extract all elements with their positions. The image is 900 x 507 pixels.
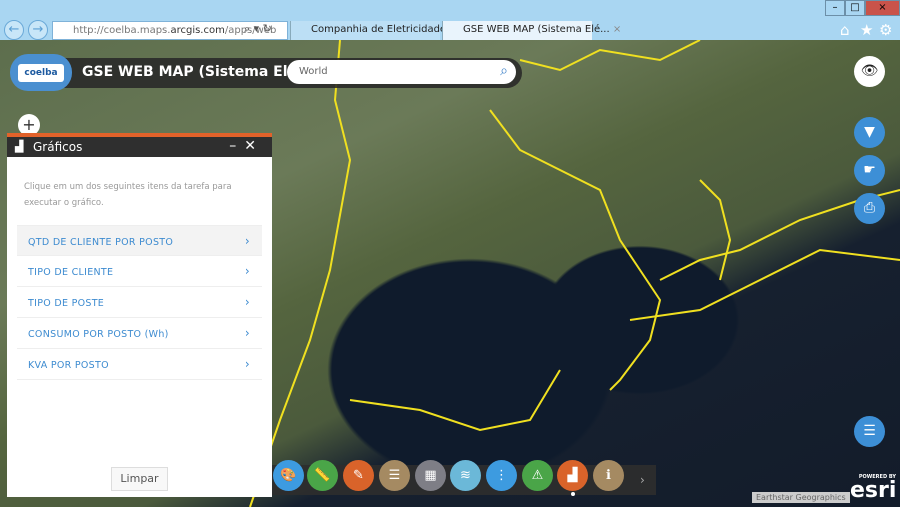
maximize-button[interactable]: □ <box>845 0 865 16</box>
legend-list-icon[interactable]: ☰ <box>379 460 410 491</box>
esri-text: esri <box>850 478 897 503</box>
query-icon[interactable]: ⚠ <box>522 460 553 491</box>
browser-chrome: ← → http://coelba.maps.arcgis.com/apps/w… <box>0 0 900 40</box>
close-tab-icon[interactable]: × <box>613 24 621 35</box>
measure-ruler-icon[interactable]: 📏 <box>307 460 338 491</box>
forward-button[interactable]: → <box>28 20 48 40</box>
task-label: QTD DE CLIENTE POR POSTO <box>28 237 174 248</box>
panel-header: ▟ Gráficos –✕ <box>7 137 272 157</box>
chevron-right-icon: › <box>244 357 250 371</box>
chart-icon: ▟ <box>15 140 24 153</box>
home-icon[interactable]: ⌂ <box>840 21 850 39</box>
star-icon[interactable]: ★ <box>860 21 873 39</box>
map-view[interactable]: coelba GSE WEB MAP (Sistema Elétrico) Wo… <box>0 40 900 507</box>
chevron-right-icon: › <box>244 234 250 248</box>
coelba-logo: coelba <box>10 54 72 91</box>
search-icon[interactable]: ⌕ <box>500 63 508 79</box>
task-item-tipo-poste[interactable]: TIPO DE POSTE › <box>17 287 262 318</box>
visibility-eye-button[interactable]: 👁 <box>854 56 885 87</box>
url-prefix: http://coelba.maps. <box>73 25 171 36</box>
chevron-right-icon: › <box>244 326 250 340</box>
panel-title: Gráficos <box>33 140 83 154</box>
layers-icon[interactable]: ≋ <box>450 460 481 491</box>
logo-text: coelba <box>18 63 64 82</box>
task-item-kva[interactable]: KVA POR POSTO › <box>17 349 262 380</box>
task-label: TIPO DE CLIENTE <box>28 267 114 278</box>
attribution: Earthstar Geographics <box>752 492 850 503</box>
task-item-qtd-cliente[interactable]: QTD DE CLIENTE POR POSTO › <box>17 225 262 256</box>
chevron-right-icon: › <box>244 295 250 309</box>
attribute-table-button[interactable]: ☰ <box>854 416 885 447</box>
search-refresh-icons[interactable]: ⌕ ▾ ↻ <box>244 22 272 36</box>
toolbar-next-icon[interactable]: › <box>640 473 645 487</box>
draw-icon[interactable]: ✎ <box>343 460 374 491</box>
grid-icon[interactable]: ▦ <box>415 460 446 491</box>
panel-intro: Clique em um dos seguintes itens da tare… <box>24 182 232 208</box>
active-indicator <box>571 492 575 496</box>
chevron-right-icon: › <box>244 264 250 278</box>
task-label: CONSUMO POR POSTO (Wh) <box>28 329 169 340</box>
select-icon[interactable]: ⋮ <box>486 460 517 491</box>
clear-button[interactable]: Limpar <box>111 467 168 491</box>
task-label: KVA POR POSTO <box>28 360 109 371</box>
tab-label: GSE WEB MAP (Sistema Elé... <box>463 24 610 35</box>
chart-widget-icon[interactable]: ▟ <box>557 460 588 491</box>
filter-button[interactable]: ▼ <box>854 117 885 148</box>
close-window-button[interactable]: × <box>865 0 900 16</box>
url-domain: arcgis.com <box>170 25 225 36</box>
close-panel-icon[interactable]: ✕ <box>244 138 264 154</box>
graficos-panel: ▟ Gráficos –✕ Clique em um dos seguintes… <box>7 133 272 497</box>
back-button[interactable]: ← <box>4 20 24 40</box>
gear-icon[interactable]: ⚙ <box>879 21 892 39</box>
tab-gse[interactable]: GSE WEB MAP (Sistema Elé... × <box>442 21 621 40</box>
task-label: TIPO DE POSTE <box>28 298 105 309</box>
esri-logo: POWERED BY esri <box>850 474 896 502</box>
search-placeholder: World <box>299 66 328 77</box>
task-item-consumo[interactable]: CONSUMO POR POSTO (Wh) › <box>17 318 262 349</box>
basemap-gallery-icon[interactable]: 🎨 <box>273 460 304 491</box>
hand-pointer-button[interactable]: ☛ <box>854 155 885 186</box>
task-item-tipo-cliente[interactable]: TIPO DE CLIENTE › <box>17 256 262 287</box>
print-button[interactable]: ⎙ <box>854 193 885 224</box>
minimize-button[interactable]: – <box>825 0 845 16</box>
app-title: GSE WEB MAP (Sistema Elétrico) <box>82 64 288 80</box>
chart-task-list: QTD DE CLIENTE POR POSTO › TIPO DE CLIENT… <box>7 225 272 380</box>
minimize-panel-icon[interactable]: – <box>229 138 244 154</box>
info-icon[interactable]: ℹ <box>593 460 624 491</box>
search-input[interactable]: World ⌕ <box>287 60 516 84</box>
tab-companhia[interactable]: Companhia de Eletricidade do... <box>290 21 471 40</box>
